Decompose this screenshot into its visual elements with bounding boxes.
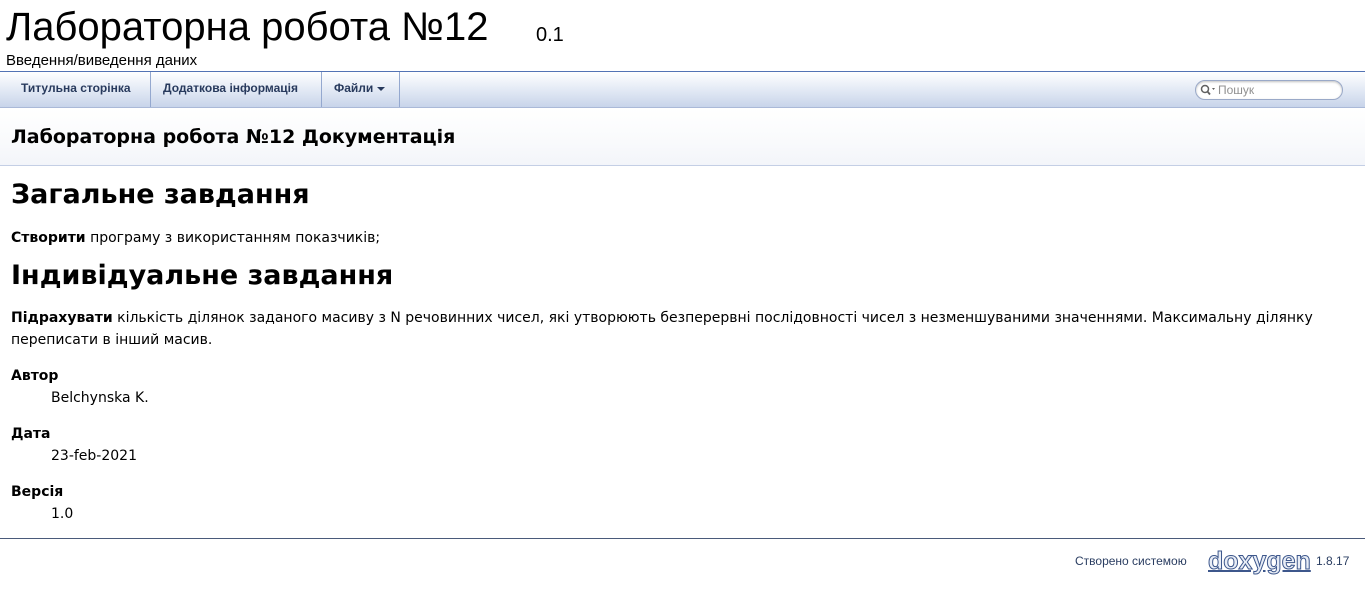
version-value: 1.0 (51, 506, 74, 522)
page-title: Лабораторна робота №12 Документація (11, 126, 456, 148)
nav-tab-files[interactable]: Файли (322, 72, 400, 107)
project-brief: Введення/виведення даних (6, 52, 198, 69)
search-input[interactable] (1218, 82, 1336, 98)
project-number: 0.1 (536, 24, 564, 46)
individual-task-text: Підрахувати кількість ділянок заданого м… (11, 307, 1351, 351)
search-box[interactable] (1195, 80, 1343, 100)
date-value: 23-feb-2021 (51, 448, 137, 464)
nav-tab-label: Додаткова інформація (163, 81, 298, 95)
nav-tab-label: Файли (334, 81, 374, 95)
project-name: Лабораторна робота №12 (6, 5, 489, 49)
version-term: Версія (11, 484, 64, 500)
footer-version: 1.8.17 (1316, 554, 1350, 568)
individual-task-body: кількість ділянок заданого масиву з N ре… (11, 310, 1313, 348)
title-area: Лабораторна робота №12 0.1 Введення/виве… (0, 0, 1365, 72)
caret-down-icon (377, 86, 386, 91)
general-task-bold: Створити (11, 230, 86, 246)
footer: Створено системою doxygen 1.8.17 (0, 539, 1365, 589)
nav-tab-related-pages[interactable]: Додаткова інформація (151, 72, 322, 107)
footer-generated-by: Створено системою (1075, 554, 1187, 568)
date-term: Дата (11, 426, 51, 442)
general-task-text: Створити програму з використанням показч… (11, 227, 380, 249)
main-content: Загальне завдання Створити програму з ви… (0, 166, 1365, 539)
nav-tab-label: Титульна сторінка (21, 81, 131, 95)
section-heading-individual: Індивідуальне завдання (11, 260, 394, 291)
page-header: Лабораторна робота №12 Документація (0, 108, 1365, 166)
section-heading-general: Загальне завдання (11, 179, 310, 210)
individual-task-bold: Підрахувати (11, 310, 113, 326)
doxygen-logo[interactable]: doxygen (1208, 548, 1312, 575)
author-value: Belchynska K. (51, 390, 149, 406)
general-task-body: програму з використанням показчиків; (85, 230, 381, 246)
navbar: Титульна сторінка Додаткова інформація Ф… (0, 72, 1365, 108)
search-icon[interactable] (1200, 84, 1218, 96)
nav-tab-main-page[interactable]: Титульна сторінка (9, 72, 151, 107)
author-term: Автор (11, 368, 59, 384)
